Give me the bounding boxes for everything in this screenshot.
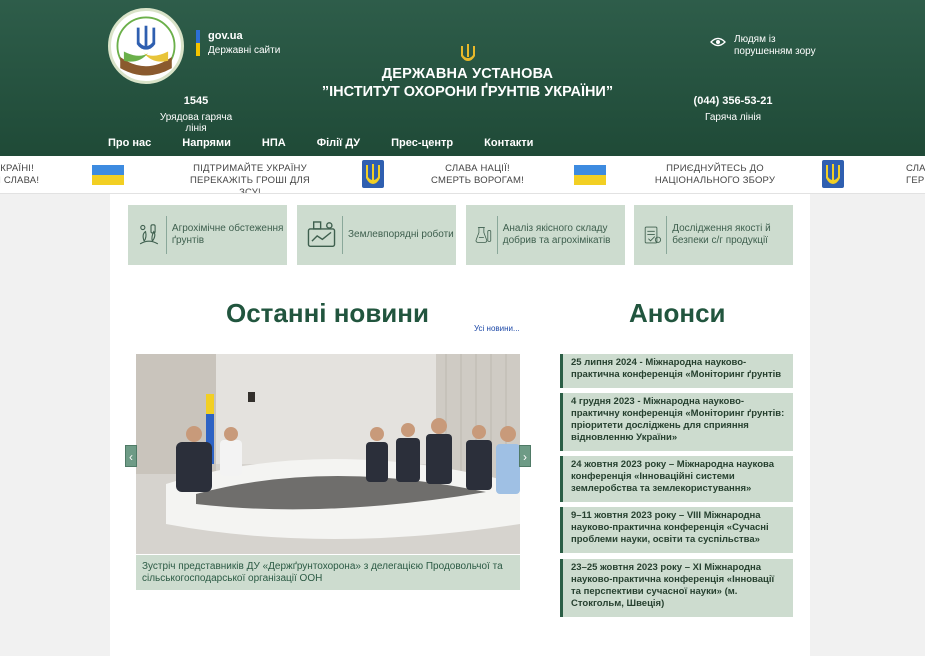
hotline-label: Урядова гаряча лінія (159, 112, 233, 134)
title-line-1: ДЕРЖАВНА УСТАНОВА (381, 66, 554, 82)
news-caption[interactable]: Зустріч представників ДУ «Держґрунтохоро… (136, 555, 520, 590)
ticker-item: УКРАЇНІ!И СЛАВА! (0, 163, 40, 186)
hotline-number: 1545 (183, 95, 209, 107)
announcement-item[interactable]: 24 жовтня 2023 року – Міжнародна наукова… (560, 456, 793, 502)
patriotic-ticker: УКРАЇНІ!И СЛАВА! ПІДТРИМАЙТЕ УКРАЇНУПЕРЕ… (0, 156, 925, 194)
nav-npa[interactable]: НПА (262, 137, 286, 149)
slider-prev-button[interactable]: ‹ (125, 445, 137, 467)
fertilizer-analysis-icon (475, 216, 498, 254)
slider-next-button[interactable]: › (519, 445, 531, 467)
ukraine-flag-icon (196, 30, 200, 56)
nav-press-center[interactable]: Прес-центр (391, 137, 453, 149)
nav-directions[interactable]: Напрями (182, 137, 231, 149)
service-label: Агрохімічне обстеження ґрунтів (171, 223, 284, 246)
gov-ua-label: gov.ua (208, 30, 243, 42)
ticker-item: ПРИЄДНУЙТЕСЬ ДО НАЦІОНАЛЬНОГО ЗБОРУ (654, 163, 776, 186)
service-card-agro-survey[interactable]: Агрохімічне обстеження ґрунтів (128, 205, 287, 265)
vision-line-2: порушенням зору (734, 46, 816, 57)
ticker-item: СЛА ГЕР (906, 163, 925, 186)
announcements-heading: Анонси (629, 298, 726, 328)
news-photo[interactable] (136, 354, 520, 554)
gov-sites-label: Державні сайти (208, 45, 281, 56)
announcement-item[interactable]: 4 грудня 2023 - Міжнародна науково-практ… (560, 393, 793, 451)
government-hotline[interactable]: 1545 Урядова гаряча лінія (150, 95, 242, 134)
trident-icon (362, 160, 384, 188)
main-content: Агрохімічне обстеження ґрунтів Землевпор… (110, 194, 810, 656)
ticker-item: ПІДТРИМАЙТЕ УКРАЇНУ ПЕРЕКАЖІТЬ ГРОШІ ДЛЯ … (190, 163, 310, 194)
accessibility-link[interactable]: Людям із порушенням зору (710, 34, 816, 58)
institute-logo[interactable] (108, 8, 184, 84)
eye-icon (710, 37, 726, 47)
trident-icon (822, 160, 844, 188)
service-card-product-quality[interactable]: Дослідження якості й безпеки с/г продукц… (634, 205, 793, 265)
nav-branches[interactable]: Філії ДУ (317, 137, 360, 149)
agro-survey-icon (139, 216, 167, 254)
site-header: gov.ua Державні сайти 1545 Урядова гаряч… (0, 0, 925, 156)
gov-ua-link[interactable]: gov.ua Державні сайти (196, 30, 280, 56)
land-management-icon (307, 216, 343, 254)
announcement-item[interactable]: 25 липня 2024 - Міжнародна науково-практ… (560, 354, 793, 388)
phone-number: (044) 356-53-21 (693, 95, 773, 107)
title-line-2: ”ІНСТИТУТ ОХОРОНИ ҐРУНТІВ УКРАЇНИ” (321, 84, 614, 100)
service-label: Землевпорядні роботи (348, 229, 454, 240)
main-nav: Про нас Напрями НПА Філії ДУ Прес-центр … (108, 137, 564, 149)
product-quality-icon (644, 216, 668, 254)
institute-title: ДЕРЖАВНА УСТАНОВА ”ІНСТИТУТ ОХОРОНИ ҐРУН… (300, 44, 635, 100)
ticker-item: СЛАВА НАЦІЇ! СМЕРТЬ ВОРОГАМ! (431, 163, 524, 186)
nav-about[interactable]: Про нас (108, 137, 151, 149)
phone-hotline[interactable]: (044) 356-53-21 Гаряча лінія (688, 95, 778, 123)
announcement-item[interactable]: 9–11 жовтня 2023 року – VIII Міжнародна … (560, 507, 793, 553)
service-label: Аналіз якісного складу добрив та агрохім… (502, 223, 611, 246)
service-label: Дослідження якості й безпеки с/г продукц… (672, 223, 771, 246)
nav-contacts[interactable]: Контакти (484, 137, 533, 149)
phone-label: Гаряча лінія (704, 112, 762, 123)
ukraine-flag-icon (574, 165, 606, 185)
announcement-item[interactable]: 23–25 жовтня 2023 року – XI Міжнародна н… (560, 559, 793, 617)
trident-icon (460, 44, 475, 61)
news-heading: Останні новини (226, 298, 429, 328)
service-card-fertilizer-analysis[interactable]: Аналіз якісного складу добрив та агрохім… (466, 205, 625, 265)
ukraine-flag-icon (92, 165, 124, 185)
service-card-land-management[interactable]: Землевпорядні роботи (297, 205, 456, 265)
vision-line-1: Людям із (734, 34, 776, 45)
all-news-link[interactable]: Усі новини... (474, 324, 520, 333)
